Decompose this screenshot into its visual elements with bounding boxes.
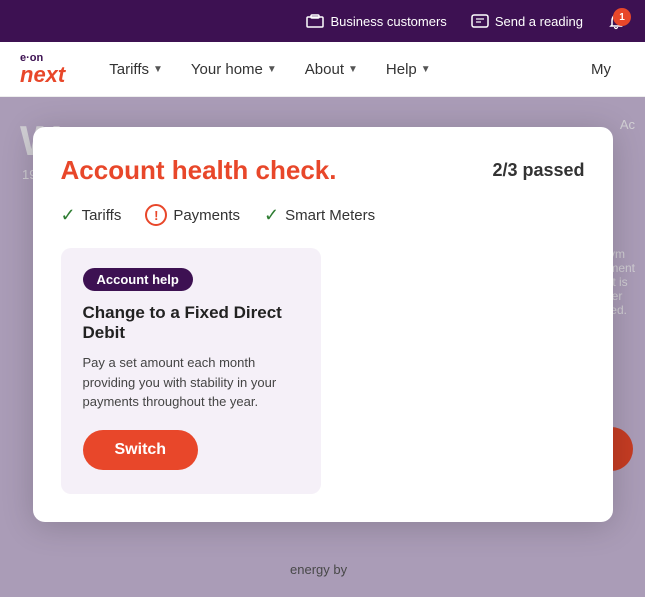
logo[interactable]: e·on next [20,53,65,86]
modal-score: 2/3 passed [492,160,584,181]
logo-next-text: next [20,64,65,86]
modal-title: Account health check. [61,155,337,186]
meter-icon [471,12,489,30]
check-warning-icon: ! [145,204,167,226]
nav-my-label: My [591,61,611,78]
chevron-down-icon: ▼ [153,64,163,75]
switch-button[interactable]: Switch [83,430,199,470]
nav-your-home[interactable]: Your home ▼ [177,42,291,97]
nav-tariffs-label: Tariffs [109,61,149,78]
chevron-down-icon: ▼ [267,64,277,75]
business-customers-label: Business customers [330,14,446,29]
check-tariffs-label: Tariffs [82,207,122,224]
check-pass-icon: ✓ [264,205,279,226]
card-tag: Account help [83,268,193,291]
check-tariffs: ✓ Tariffs [61,205,122,226]
chevron-down-icon: ▼ [348,64,358,75]
card-body: Pay a set amount each month providing yo… [83,353,299,412]
nav-help-label: Help [386,61,417,78]
nav-about-label: About [305,61,344,78]
card-title: Change to a Fixed Direct Debit [83,303,299,343]
top-bar: Business customers Send a reading 1 [0,0,645,42]
send-reading-link[interactable]: Send a reading [471,12,583,30]
account-help-card: Account help Change to a Fixed Direct De… [61,248,321,494]
nav-tariffs[interactable]: Tariffs ▼ [95,42,177,97]
notification-bell[interactable]: 1 [607,12,625,30]
business-icon [306,12,324,30]
nav-my[interactable]: My [577,42,625,97]
check-payments: ! Payments [145,204,240,226]
chevron-down-icon: ▼ [421,64,431,75]
send-reading-label: Send a reading [495,14,583,29]
nav-your-home-label: Your home [191,61,263,78]
modal-checks: ✓ Tariffs ! Payments ✓ Smart Meters [61,204,585,226]
account-health-modal: Account health check. 2/3 passed ✓ Tarif… [33,127,613,522]
business-customers-link[interactable]: Business customers [306,12,446,30]
check-smart-meters: ✓ Smart Meters [264,205,375,226]
nav-about[interactable]: About ▼ [291,42,372,97]
nav-bar: e·on next Tariffs ▼ Your home ▼ About ▼ … [0,42,645,97]
notification-badge: 1 [613,8,631,26]
modal-overlay: Account health check. 2/3 passed ✓ Tarif… [0,97,645,597]
check-payments-label: Payments [173,207,240,224]
nav-help[interactable]: Help ▼ [372,42,445,97]
check-smart-meters-label: Smart Meters [285,207,375,224]
check-pass-icon: ✓ [61,205,76,226]
modal-header: Account health check. 2/3 passed [61,155,585,186]
